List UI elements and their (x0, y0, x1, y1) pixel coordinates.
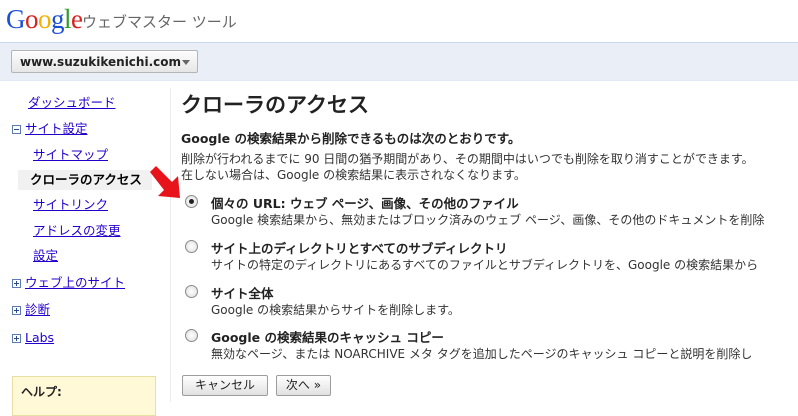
collapse-icon[interactable] (12, 125, 21, 134)
option-description: Google の検索結果からサイトを削除します。 (211, 303, 460, 317)
product-name: ウェブマスター ツール (82, 13, 237, 31)
sidebar-item-crawler-access[interactable]: クローラのアクセス (18, 170, 152, 190)
site-selector-dropdown[interactable]: www.suzukikenichi.com (11, 50, 198, 73)
radio-site[interactable] (185, 285, 198, 298)
cancel-button[interactable]: キャンセル (182, 375, 268, 396)
option-description: サイトの特定のディレクトリにあるすべてのファイルとサブディレクトリを、Googl… (211, 258, 759, 272)
red-arrow-icon (150, 166, 180, 198)
sidebar-item-label: サイトリンク (33, 197, 109, 212)
radio-cache[interactable] (185, 329, 198, 342)
expand-icon[interactable] (12, 279, 21, 288)
site-selector-value: www.suzukikenichi.com (20, 55, 181, 69)
logo-letter: g (51, 4, 65, 34)
logo-letter: l (64, 4, 72, 34)
option-description: Google 検索結果から、無効またはブロック済みのウェブ ページ、画像、その他… (211, 213, 765, 227)
sidebar-item-label: 設定 (33, 248, 59, 263)
divider (170, 88, 171, 402)
sidebar-item-label: 診断 (25, 302, 51, 317)
removal-option-site[interactable]: サイト全体 Google の検索結果からサイトを削除します。 (181, 283, 798, 323)
help-label: ヘルプ: (21, 385, 62, 399)
top-bar: Google ウェブマスター ツール (0, 0, 798, 40)
logo-letter: e (71, 4, 83, 34)
sidebar-item-sitelinks[interactable]: サイトリンク (33, 195, 108, 215)
sidebar-item-label: ウェブ上のサイト (25, 275, 126, 290)
logo-letter: o (25, 4, 39, 34)
option-title: Google の検索結果のキャッシュ コピー (211, 330, 444, 345)
sidebar-item-label: サイトマップ (33, 147, 109, 162)
option-title: サイト上のディレクトリとすべてのサブディレクトリ (211, 241, 508, 256)
sidebar-item-site-settings[interactable]: サイト設定 (12, 119, 88, 139)
sidebar-item-labs[interactable]: Labs (12, 328, 54, 348)
intro-text: 在しない場合は、Google の検索結果に表示されなくなります。 (181, 168, 526, 182)
next-button[interactable]: 次へ » (276, 375, 331, 396)
option-title: サイト全体 (211, 286, 274, 301)
chevron-down-icon (182, 60, 190, 65)
intro-text: 削除が行われるまでに 90 日間の猶予期間があり、その期間中はいつでも削除を取り… (181, 152, 754, 166)
sidebar-item-label: アドレスの変更 (33, 223, 121, 238)
sidebar-item-label: クローラのアクセス (30, 172, 142, 187)
sidebar-item-dashboard[interactable]: ダッシュボード (28, 93, 116, 113)
logo-letter: o (38, 4, 52, 34)
radio-directory[interactable] (185, 240, 198, 253)
sidebar-item-change-address[interactable]: アドレスの変更 (33, 221, 121, 241)
logo-letter: G (6, 4, 26, 34)
expand-icon[interactable] (12, 306, 21, 315)
sidebar-item-settings[interactable]: 設定 (33, 246, 58, 266)
sidebar-item-sitemaps[interactable]: サイトマップ (33, 145, 108, 165)
removal-option-cache[interactable]: Google の検索結果のキャッシュ コピー 無効なページ、または NOARCH… (181, 327, 798, 367)
help-box: ヘルプ: (12, 376, 156, 416)
sidebar-item-label: Labs (25, 330, 55, 345)
removal-option-directory[interactable]: サイト上のディレクトリとすべてのサブディレクトリ サイトの特定のディレクトリにあ… (181, 238, 798, 278)
intro-heading: Google の検索結果から削除できるものは次のとおりです。 (181, 131, 521, 146)
sidebar-item-label: ダッシュボード (28, 95, 116, 110)
removal-option-url[interactable]: 個々の URL: ウェブ ページ、画像、その他のファイル Google 検索結果… (181, 193, 798, 233)
expand-icon[interactable] (12, 334, 21, 343)
site-bar: www.suzukikenichi.com (0, 42, 798, 81)
sidebar-item-diagnostics[interactable]: 診断 (12, 300, 50, 320)
option-description: 無効なページ、または NOARCHIVE メタ タグを追加したページのキャッシュ… (211, 347, 753, 361)
option-title: 個々の URL: ウェブ ページ、画像、その他のファイル (211, 196, 519, 211)
page-title: クローラのアクセス (181, 93, 369, 117)
google-logo[interactable]: Google (6, 2, 83, 36)
sidebar-item-site-on-web[interactable]: ウェブ上のサイト (12, 273, 125, 293)
sidebar-item-label: サイト設定 (25, 121, 88, 136)
